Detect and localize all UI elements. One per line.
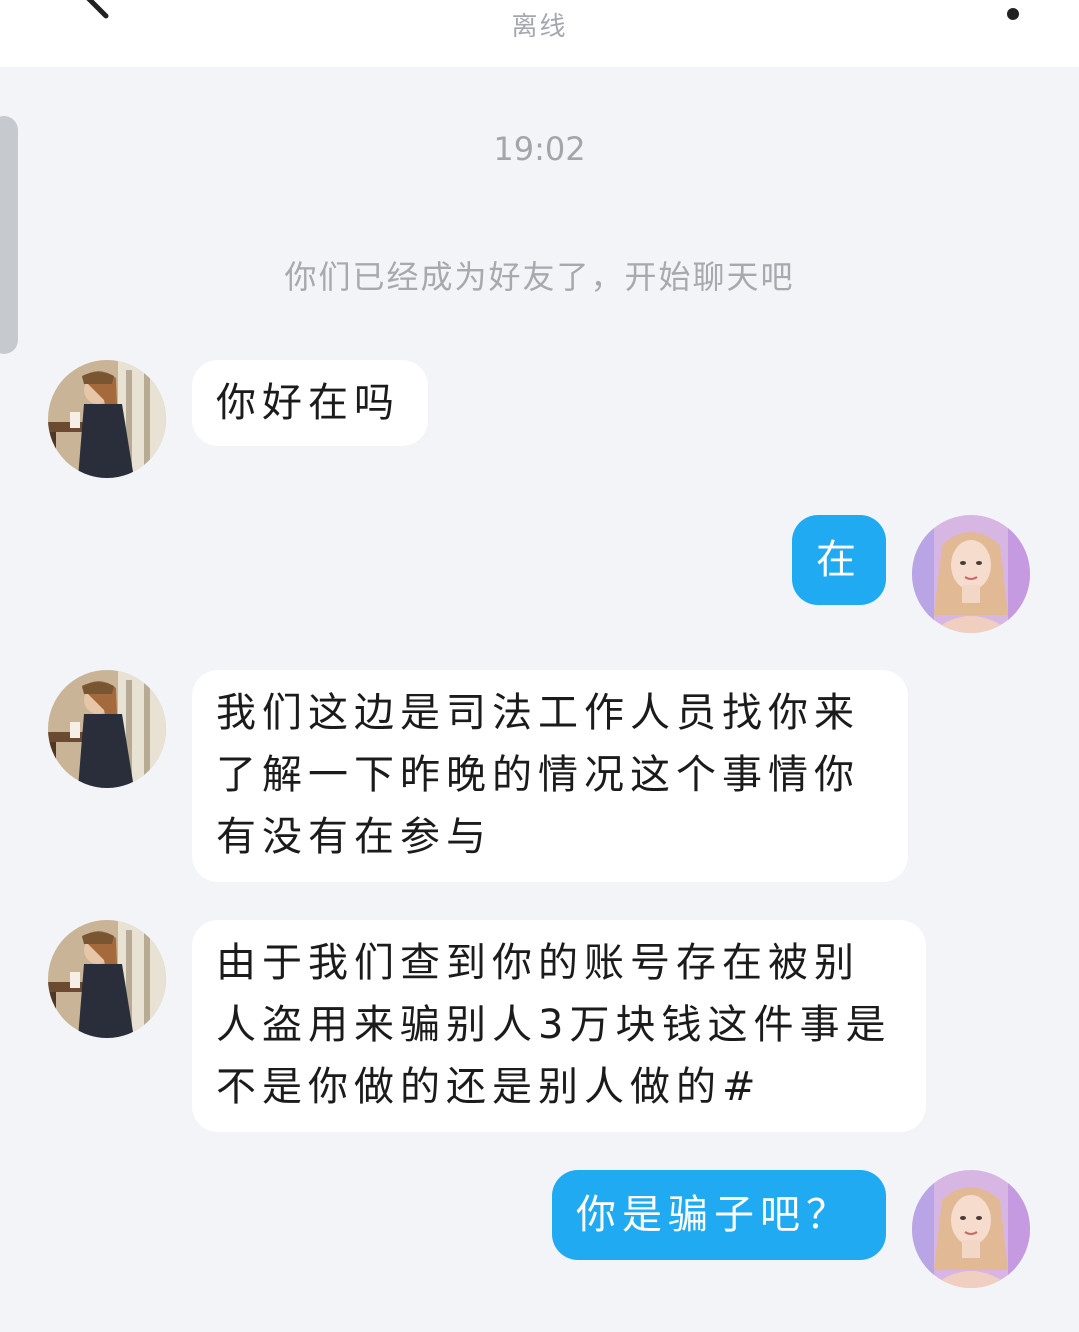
message-bubble-incoming[interactable]: 你好在吗 bbox=[192, 360, 428, 446]
message-bubble-incoming[interactable]: 我们这边是司法工作人员找你来了解一下昨晚的情况这个事情你有没有在参与 bbox=[192, 670, 908, 882]
message-timestamp: 19:02 bbox=[493, 130, 586, 168]
top-bar: 离线 bbox=[0, 0, 1079, 67]
contact-status: 离线 bbox=[511, 12, 568, 42]
contact-avatar[interactable] bbox=[48, 920, 166, 1038]
more-vertical-icon[interactable] bbox=[990, 0, 1036, 30]
my-avatar[interactable] bbox=[912, 1170, 1030, 1288]
system-notice: 你们已经成为好友了，开始聊天吧 bbox=[284, 258, 795, 296]
message-bubble-outgoing[interactable]: 你是骗子吧？ bbox=[552, 1170, 886, 1260]
message-bubble-outgoing[interactable]: 在 bbox=[792, 515, 886, 605]
contact-avatar[interactable] bbox=[48, 670, 166, 788]
message-bubble-incoming[interactable]: 由于我们查到你的账号存在被别人盗用来骗别人3万块钱这件事是不是你做的还是别人做的… bbox=[192, 920, 926, 1132]
my-avatar[interactable] bbox=[912, 515, 1030, 633]
contact-avatar[interactable] bbox=[48, 360, 166, 478]
